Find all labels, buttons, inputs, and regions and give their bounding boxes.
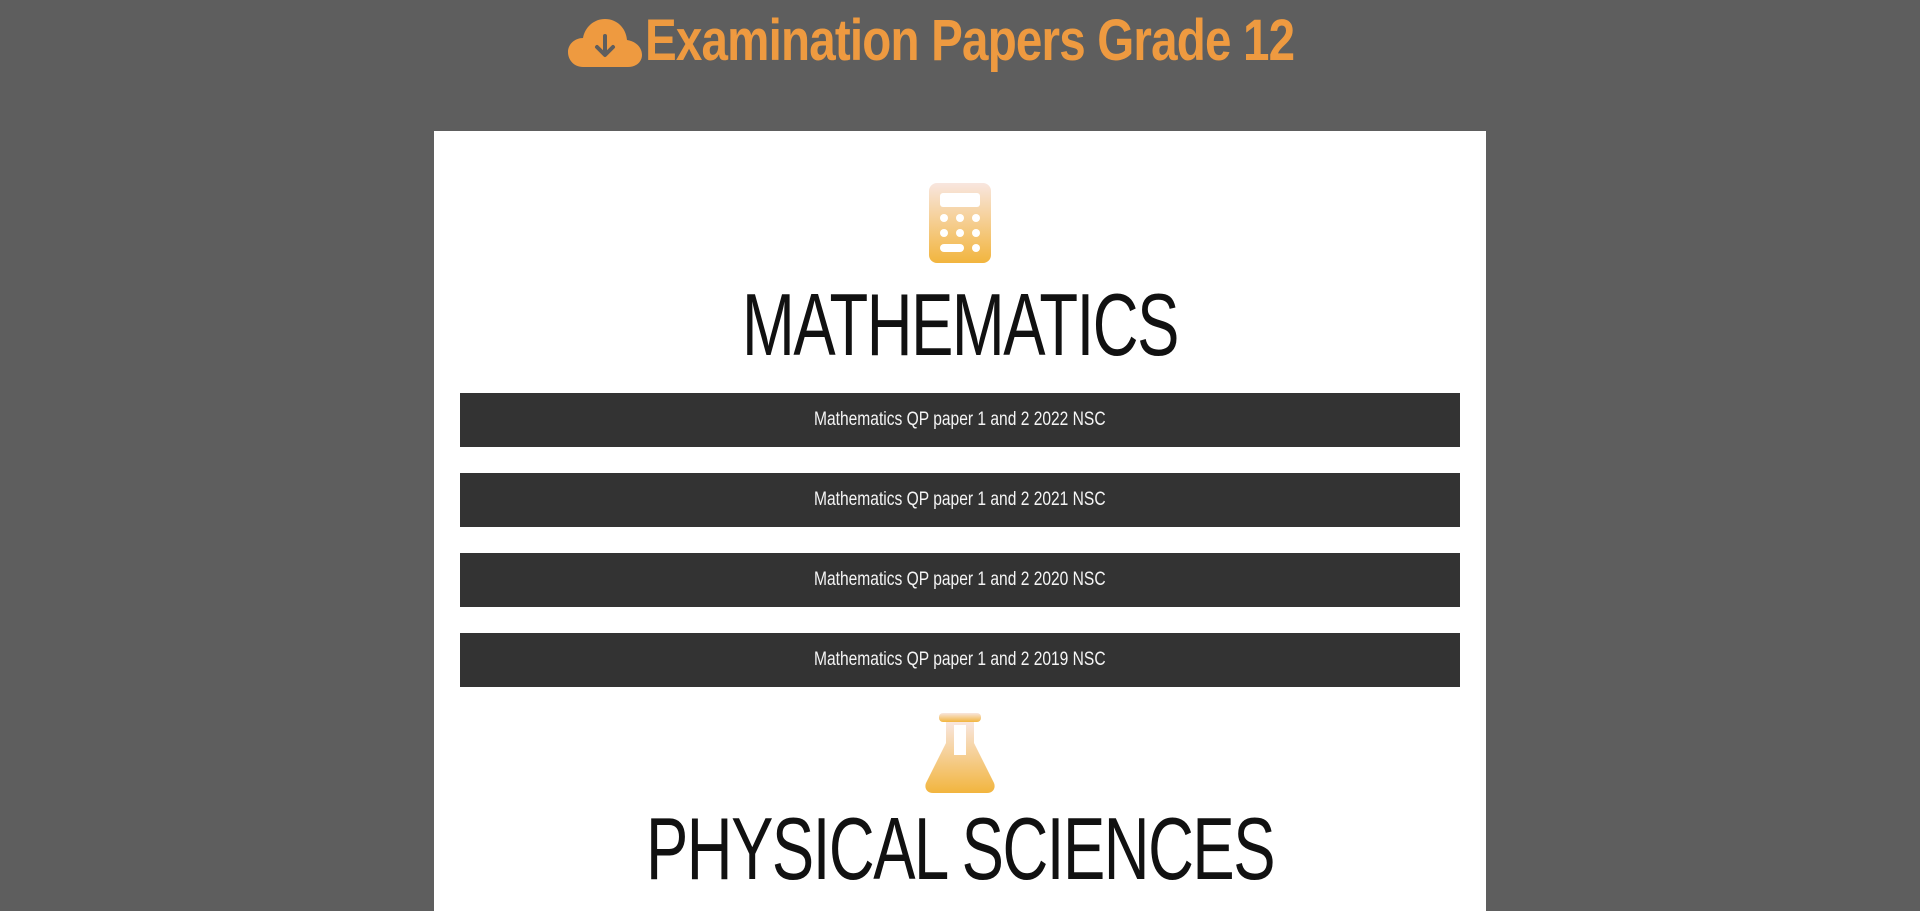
content-panel: MATHEMATICS Mathematics QP paper 1 and 2…: [434, 131, 1486, 911]
paper-link-label: Mathematics QP paper 1 and 2 2019 NSC: [814, 649, 1106, 670]
physical-sciences-section: PHYSICAL SCIENCES: [434, 713, 1486, 893]
paper-link-2022[interactable]: Mathematics QP paper 1 and 2 2022 NSC: [460, 393, 1460, 447]
cloud-download-icon: [568, 19, 643, 67]
mathematics-paper-list: Mathematics QP paper 1 and 2 2022 NSC Ma…: [460, 393, 1460, 713]
paper-link-2021[interactable]: Mathematics QP paper 1 and 2 2021 NSC: [460, 473, 1460, 527]
physical-sciences-heading: PHYSICAL SCIENCES: [645, 799, 1276, 898]
paper-link-label: Mathematics QP paper 1 and 2 2022 NSC: [814, 409, 1106, 430]
paper-link-2019[interactable]: Mathematics QP paper 1 and 2 2019 NSC: [460, 633, 1460, 687]
flask-icon: [925, 713, 995, 793]
calculator-icon: [929, 183, 991, 263]
page-header: Examination Papers Grade 12: [0, 0, 1920, 82]
mathematics-section: MATHEMATICS: [434, 183, 1486, 369]
paper-link-label: Mathematics QP paper 1 and 2 2021 NSC: [814, 489, 1106, 510]
mathematics-heading: MATHEMATICS: [742, 275, 1179, 374]
paper-link-label: Mathematics QP paper 1 and 2 2020 NSC: [814, 569, 1106, 590]
page-title: Examination Papers Grade 12: [645, 8, 1295, 73]
paper-link-2020[interactable]: Mathematics QP paper 1 and 2 2020 NSC: [460, 553, 1460, 607]
